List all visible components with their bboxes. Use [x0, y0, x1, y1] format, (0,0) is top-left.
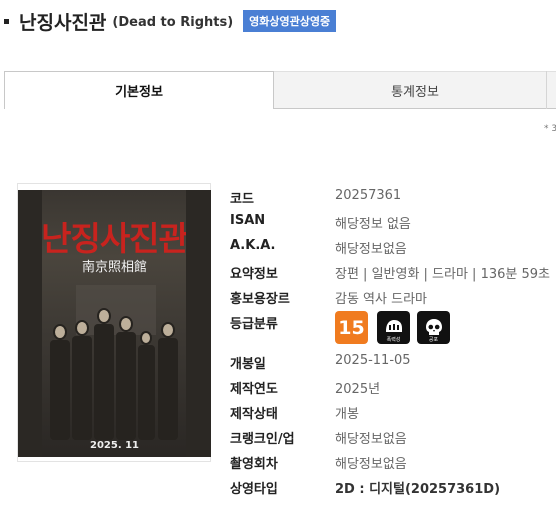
title-bullet [4, 18, 9, 24]
field-label-rating: 등급분류 [230, 317, 278, 332]
footnote-text: * 3 [544, 124, 556, 134]
field-label-release-date: 개봉일 [230, 357, 266, 372]
fear-icon: 폭력성 [377, 311, 410, 344]
field-value-screening-type: 2D : 디지털(20257361D) [335, 482, 501, 497]
movie-title: 난징사진관 [19, 11, 107, 34]
poster-figures-illustration [18, 190, 211, 457]
field-label-isan: ISAN [230, 213, 266, 228]
field-value-production-status: 개봉 [335, 407, 359, 422]
field-value-aka: 해당정보없음 [335, 242, 407, 257]
page-title-row: 난징사진관 (Dead to Rights) 영화상영관상영중 [4, 8, 337, 34]
field-label-genre: 홍보용장르 [230, 292, 290, 307]
screening-status-badge: 영화상영관상영중 [243, 10, 337, 32]
tab-basic-info[interactable]: 기본정보 [4, 71, 274, 109]
rating-15-icon: 15 [335, 311, 368, 344]
tab-statistics[interactable]: 통계정보 [274, 71, 556, 109]
field-label-screening-type: 상영타입 [230, 482, 278, 497]
movie-subtitle: (Dead to Rights) [112, 14, 234, 30]
field-label-aka: A.K.A. [230, 238, 276, 253]
info-tabs: 기본정보 통계정보 [4, 71, 556, 109]
field-label-shooting-sessions: 촬영회차 [230, 457, 278, 472]
field-value-isan: 해당정보 없음 [335, 217, 411, 232]
skull-icon: 공포 [417, 311, 450, 344]
field-value-shooting-sessions: 해당정보없음 [335, 457, 407, 472]
field-value-crank: 해당정보없음 [335, 432, 407, 447]
movie-poster[interactable]: 난징사진관 南京照相館 2025. 11 [18, 190, 211, 457]
field-value-production-year: 2025년 [335, 382, 381, 397]
fear-icon-label: 폭력성 [386, 337, 401, 343]
poster-frame: 난징사진관 南京照相館 2025. 11 [17, 183, 211, 462]
field-label-summary: 요약정보 [230, 267, 278, 282]
skull-icon-label: 공포 [428, 337, 439, 343]
tab-divider [546, 71, 547, 109]
field-value-code: 20257361 [335, 188, 402, 203]
field-value-summary: 장편 | 일반영화 | 드라마 | 136분 59초 [335, 267, 550, 282]
field-label-production-year: 제작연도 [230, 382, 278, 397]
field-label-crank: 크랭크인/업 [230, 432, 295, 447]
field-label-production-status: 제작상태 [230, 407, 278, 422]
field-value-release-date: 2025-11-05 [335, 353, 411, 368]
poster-release-date: 2025. 11 [89, 440, 140, 451]
field-value-genre: 감동 역사 드라마 [335, 292, 427, 307]
field-label-code: 코드 [230, 192, 254, 207]
